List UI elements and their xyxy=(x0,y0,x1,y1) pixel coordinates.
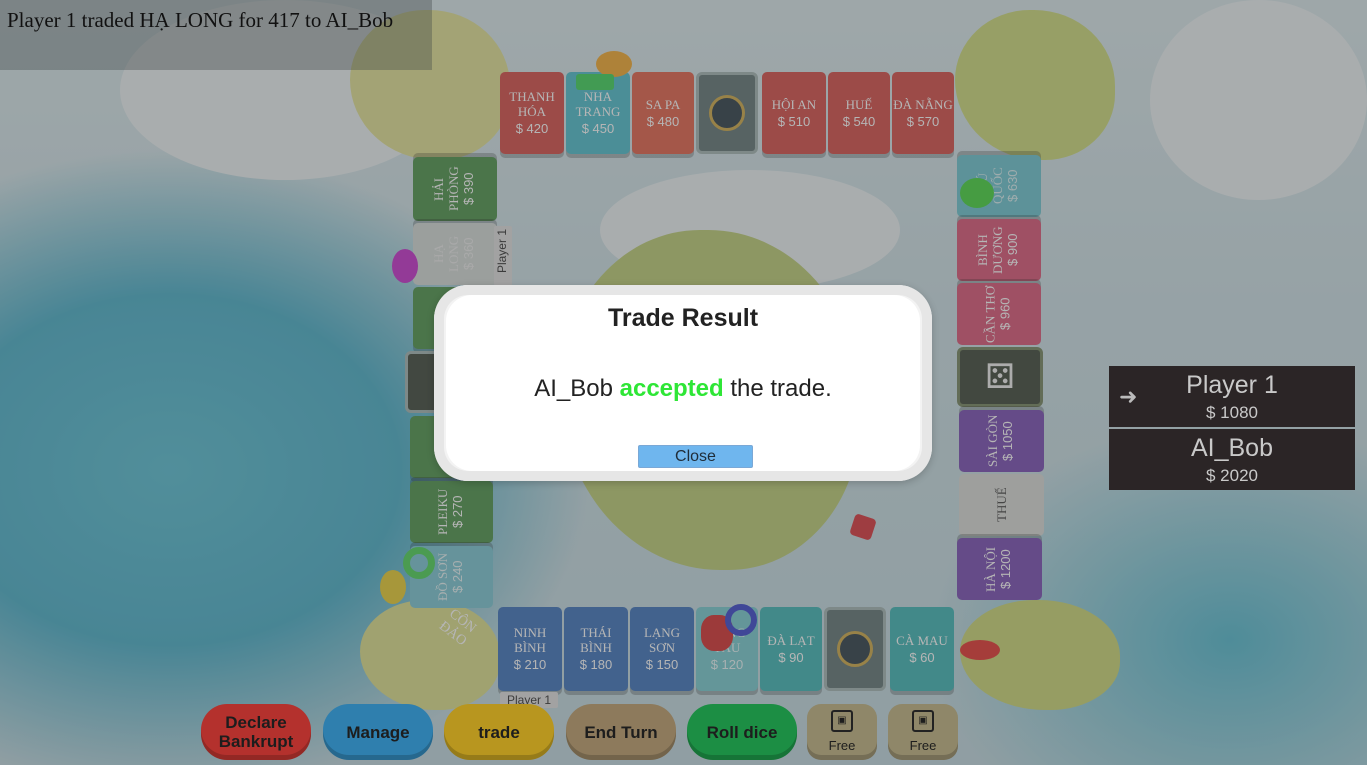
trade-log-text: Player 1 traded HẠ LONG for 417 to AI_Bo… xyxy=(0,0,432,70)
close-button[interactable]: Close xyxy=(638,445,753,468)
card-icon: ▣ xyxy=(831,709,853,732)
dialog-message: AI_Bob accepted the trade. xyxy=(446,375,920,403)
dialog-panel: Trade Result AI_Bob accepted the trade. … xyxy=(446,295,920,471)
card-icon: ▣ xyxy=(912,709,934,732)
player-money: $ 1080 xyxy=(1206,403,1258,422)
message-rest: the trade. xyxy=(730,375,832,402)
declare-bankrupt-button[interactable]: Declare Bankrupt xyxy=(201,704,311,760)
trade-result-dialog: Trade Result AI_Bob accepted the trade. … xyxy=(434,285,932,481)
end-turn-button[interactable]: End Turn xyxy=(566,704,676,760)
free-card-button-2[interactable]: ▣ Free xyxy=(888,704,958,760)
trade-button[interactable]: trade xyxy=(444,704,554,760)
player-money: $ 2020 xyxy=(1206,466,1258,485)
manage-button[interactable]: Manage xyxy=(323,704,433,760)
player-card-1: ➜ Player 1 $ 1080 xyxy=(1109,366,1355,427)
player-name: Player 1 xyxy=(1186,371,1278,399)
player-card-2: AI_Bob $ 2020 xyxy=(1109,429,1355,490)
free-card-button-1[interactable]: ▣ Free xyxy=(807,704,877,760)
free-label: Free xyxy=(909,737,937,753)
dialog-title: Trade Result xyxy=(607,304,759,332)
free-label: Free xyxy=(828,737,856,753)
message-player: AI_Bob xyxy=(534,375,613,402)
active-turn-arrow-icon: ➜ xyxy=(1119,384,1138,409)
message-status: accepted xyxy=(619,375,724,402)
roll-dice-button[interactable]: Roll dice xyxy=(687,704,797,760)
player-name: AI_Bob xyxy=(1190,434,1273,462)
player-list: ➜ Player 1 $ 1080 AI_Bob $ 2020 xyxy=(1109,366,1355,492)
